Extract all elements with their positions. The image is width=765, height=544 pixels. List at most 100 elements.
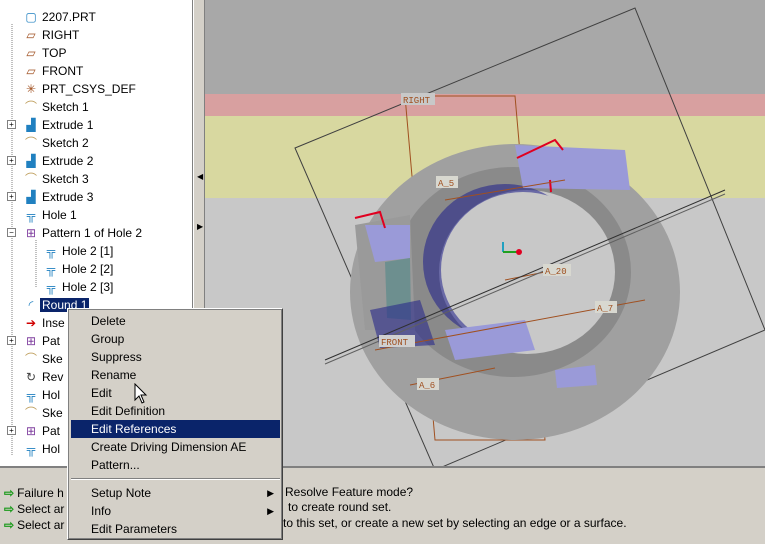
menu-item-label: Group: [91, 332, 125, 346]
tree-item[interactable]: ╦ Hole 1: [0, 206, 192, 224]
sketch-icon: ⌒: [24, 100, 37, 114]
tree-item[interactable]: ▱ TOP: [0, 44, 192, 62]
extrude-icon: ▟: [26, 154, 36, 168]
model-view: RIGHT FRONT A_5 A_20 A_7 A_6: [205, 0, 765, 466]
sketch-icon: ⌒: [24, 136, 37, 150]
tree-item-label: Extrude 1: [42, 118, 94, 132]
menu-item-group[interactable]: Group: [71, 330, 280, 348]
tree-item-label: Extrude 2: [42, 154, 94, 168]
tree-item-label: Hole 2 [1]: [62, 244, 114, 258]
expand-plus-icon[interactable]: +: [7, 426, 16, 435]
tree-item[interactable]: − ⊞ Pattern 1 of Hole 2: [0, 224, 192, 242]
datum-plane-icon: ▱: [26, 46, 36, 60]
sketch-icon: ⌒: [24, 352, 37, 366]
tree-item-label: Hol: [42, 442, 61, 456]
csys-icon: ✳: [25, 82, 37, 96]
tree-item-label: Extrude 3: [42, 190, 94, 204]
menu-item-delete[interactable]: Delete: [71, 312, 280, 330]
tree-item-label: Hol: [42, 388, 61, 402]
tree-item-label: Hole 1: [42, 208, 77, 222]
expand-plus-icon[interactable]: +: [7, 156, 16, 165]
message-arrow-icon: ⇨: [4, 486, 15, 500]
menu-item-label: Suppress: [91, 350, 142, 364]
datum-label-right: RIGHT: [403, 96, 431, 106]
part-icon: ▢: [25, 10, 37, 24]
tree-item-label: Sketch 2: [42, 136, 89, 150]
tree-item-label: Inse: [42, 316, 65, 330]
axis-label-a7: A_7: [597, 304, 613, 314]
tree-item[interactable]: ✳ PRT_CSYS_DEF: [0, 80, 192, 98]
tree-item-label: Sketch 3: [42, 172, 89, 186]
tree-item[interactable]: + ▟ Extrude 2: [0, 152, 192, 170]
expand-plus-icon[interactable]: +: [7, 336, 16, 345]
tree-item[interactable]: ▱ FRONT: [0, 62, 192, 80]
menu-item-label: Create Driving Dimension AE: [91, 440, 247, 454]
insert-arrow-icon: ➔: [25, 316, 37, 330]
tree-item-label: Rev: [42, 370, 64, 384]
menu-separator: [71, 478, 280, 480]
axis-label-a5: A_5: [438, 179, 454, 189]
tree-item[interactable]: ▱ RIGHT: [0, 26, 192, 44]
message-line-2: ⇨ Select ar: [4, 502, 65, 516]
hole-icon: ╦: [26, 388, 36, 402]
menu-item-create-driving-dimension-ae[interactable]: Create Driving Dimension AE: [71, 438, 280, 456]
sketch-icon: ⌒: [24, 406, 37, 420]
tree-item[interactable]: ╦ Hole 2 [3]: [0, 278, 192, 296]
submenu-arrow-icon: ▶: [267, 506, 274, 516]
tree-item-label: 2207.PRT: [42, 10, 96, 24]
menu-item-rename[interactable]: Rename: [71, 366, 280, 384]
message-arrow-icon: ⇨: [4, 518, 15, 532]
hole-icon: ╦: [46, 244, 56, 258]
hole-icon: ╦: [46, 280, 56, 294]
mouse-pointer-icon: [134, 383, 148, 404]
message-arrow-icon: ⇨: [4, 502, 15, 516]
hole-icon: ╦: [26, 442, 36, 456]
collapse-left-icon[interactable]: ◀: [197, 172, 203, 181]
pattern-icon: ⊞: [25, 334, 37, 348]
graphics-window[interactable]: RIGHT FRONT A_5 A_20 A_7 A_6: [205, 0, 765, 466]
menu-item-label: Delete: [91, 314, 126, 328]
collapse-minus-icon[interactable]: −: [7, 228, 16, 237]
message-line-3: ⇨ Select ar: [4, 518, 65, 532]
tree-item-label: Hole 2 [3]: [62, 280, 114, 294]
expand-right-icon[interactable]: ▶: [197, 222, 203, 231]
menu-item-label: Pattern...: [91, 458, 140, 472]
menu-item-edit-parameters[interactable]: Edit Parameters: [71, 520, 280, 538]
message-line-1: ⇨ Failure h: [4, 486, 64, 500]
tree-item-label: Sketch 1: [42, 100, 89, 114]
expand-plus-icon[interactable]: +: [7, 120, 16, 129]
menu-item-setup-note[interactable]: Setup Note ▶: [71, 484, 280, 502]
tree-item-label: Ske: [42, 352, 63, 366]
message-line-2-tail: to create round set.: [288, 500, 392, 514]
tree-item-label: Ske: [42, 406, 63, 420]
menu-item-edit-definition[interactable]: Edit Definition: [71, 402, 280, 420]
submenu-arrow-icon: ▶: [267, 488, 274, 498]
menu-item-pattern[interactable]: Pattern...: [71, 456, 280, 474]
tree-item-label: RIGHT: [42, 28, 80, 42]
extrude-icon: ▟: [26, 118, 36, 132]
menu-item-edit[interactable]: Edit: [71, 384, 280, 402]
menu-item-suppress[interactable]: Suppress: [71, 348, 280, 366]
context-menu[interactable]: Delete Group Suppress Rename Edit Edit Defini…: [67, 308, 283, 540]
tree-item[interactable]: ▢ 2207.PRT: [0, 8, 192, 26]
tree-item[interactable]: ⌒ Sketch 1: [0, 98, 192, 116]
datum-label-front: FRONT: [381, 338, 409, 348]
revolve-icon: ↻: [25, 370, 37, 384]
menu-item-edit-references[interactable]: Edit References: [71, 420, 280, 438]
tree-item[interactable]: ⌒ Sketch 2: [0, 134, 192, 152]
menu-item-label: Rename: [91, 368, 137, 382]
message-line-3-tail: to this set, or create a new set by sele…: [283, 516, 627, 530]
menu-item-label: Setup Note: [91, 486, 152, 500]
tree-item[interactable]: ╦ Hole 2 [1]: [0, 242, 192, 260]
expand-plus-icon[interactable]: +: [7, 192, 16, 201]
menu-item-label: Info: [91, 504, 112, 518]
tree-item[interactable]: ╦ Hole 2 [2]: [0, 260, 192, 278]
sketch-icon: ⌒: [24, 172, 37, 186]
datum-plane-icon: ▱: [26, 28, 36, 42]
menu-item-info[interactable]: Info ▶: [71, 502, 280, 520]
menu-item-label: Edit Parameters: [91, 522, 178, 536]
tree-item[interactable]: ⌒ Sketch 3: [0, 170, 192, 188]
tree-item[interactable]: + ▟ Extrude 3: [0, 188, 192, 206]
extrude-icon: ▟: [26, 190, 36, 204]
tree-item[interactable]: + ▟ Extrude 1: [0, 116, 192, 134]
